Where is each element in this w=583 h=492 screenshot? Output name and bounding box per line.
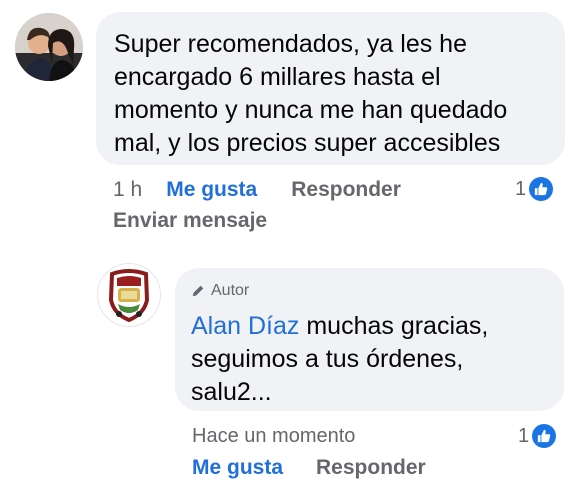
comment-time[interactable]: 1 h [113, 178, 142, 202]
send-message-button[interactable]: Enviar mensaje [113, 209, 267, 233]
reply-actions: Me gusta Responder [192, 456, 426, 480]
reply-bubble: Autor Alan Díaz muchas gracias, seguimos… [175, 268, 564, 411]
reply-reaction-summary[interactable]: 1 [518, 424, 557, 448]
reply-text: Alan Díaz muchas gracias, seguimos a tus… [191, 310, 550, 409]
reply-reply-button[interactable]: Responder [316, 456, 426, 480]
comment-actions: 1 h Me gusta Responder [113, 178, 401, 202]
like-button[interactable]: Me gusta [166, 178, 257, 202]
shield-logo-icon [108, 269, 150, 323]
like-reaction-icon [532, 424, 557, 448]
author-badge-label: Autor [211, 282, 250, 299]
like-reaction-icon [529, 177, 554, 201]
comment-text: Super recomendados, ya les he encargado … [114, 30, 508, 157]
reply-button[interactable]: Responder [291, 178, 401, 202]
reply-meta: Hace un momento [192, 425, 355, 448]
reply-like-button[interactable]: Me gusta [192, 456, 283, 480]
reply-time[interactable]: Hace un momento [192, 425, 355, 448]
reaction-count: 1 [515, 177, 527, 200]
commenter-avatar[interactable] [15, 13, 83, 81]
comment-bubble: Super recomendados, ya les he encargado … [96, 12, 565, 165]
reaction-summary[interactable]: 1 [515, 177, 554, 201]
profile-photo-icon [15, 13, 83, 81]
author-name-link[interactable]: Alan Díaz [191, 312, 299, 340]
reply-reaction-count: 1 [518, 424, 530, 447]
pencil-icon [192, 285, 204, 297]
page-avatar[interactable] [97, 263, 161, 327]
author-badge: Autor [191, 282, 249, 300]
